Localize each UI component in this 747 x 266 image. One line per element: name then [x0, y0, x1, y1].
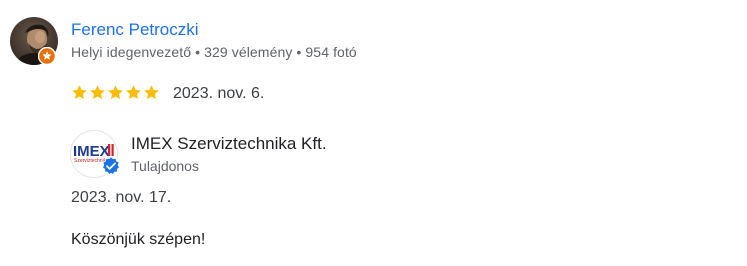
- review-date: 2023. nov. 6.: [173, 85, 265, 102]
- star-icon: [90, 85, 105, 100]
- owner-name: IMEX Szerviztechnika Kft.: [131, 134, 327, 153]
- response-text: Köszönjük szépen!: [71, 231, 206, 248]
- star-icon: [108, 85, 123, 100]
- star-icon: [126, 85, 141, 100]
- star-rating: [71, 84, 160, 104]
- response-date: 2023. nov. 17.: [71, 189, 172, 206]
- star-icon: [72, 85, 87, 100]
- owner-role: Tulajdonos: [131, 158, 199, 174]
- verified-check-icon: [101, 156, 121, 176]
- reviewer-meta: Helyi idegenvezető • 329 vélemény • 954 …: [71, 44, 357, 60]
- reviewer-name[interactable]: Ferenc Petroczki: [71, 20, 199, 40]
- star-icon: [144, 85, 159, 100]
- local-guide-badge-icon: [38, 47, 56, 65]
- reviewer-avatar[interactable]: [10, 17, 58, 65]
